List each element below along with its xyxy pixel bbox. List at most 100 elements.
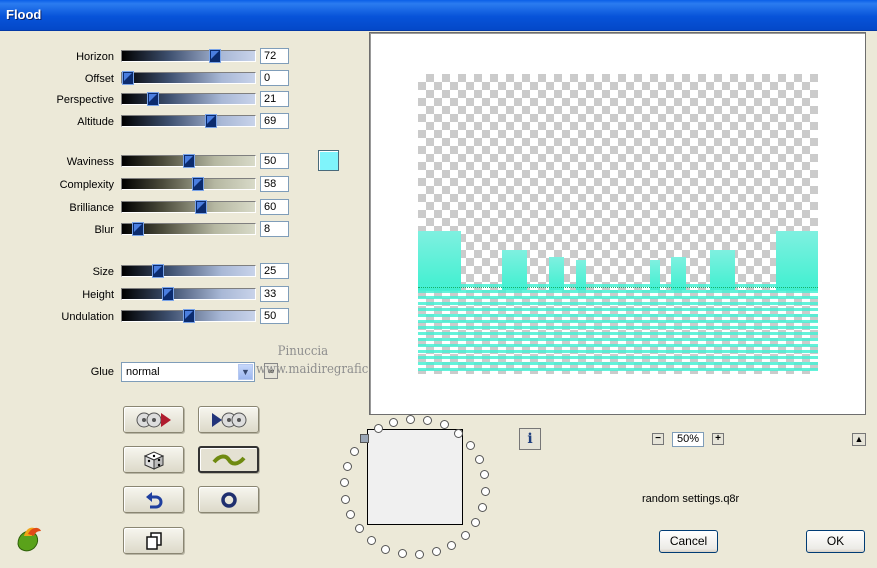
preset-dot[interactable] bbox=[341, 495, 350, 504]
forward-preset-button[interactable] bbox=[198, 406, 259, 433]
slider-label-horizon: Horizon bbox=[76, 51, 114, 63]
preset-dot[interactable] bbox=[454, 429, 463, 438]
preset-dot[interactable] bbox=[340, 478, 349, 487]
copy-button[interactable] bbox=[123, 527, 184, 554]
value-field-altitude[interactable]: 69 bbox=[260, 113, 289, 129]
collapse-button[interactable]: ▲ bbox=[852, 433, 866, 446]
value-field-brilliance[interactable]: 60 bbox=[260, 199, 289, 215]
animate-button[interactable] bbox=[198, 446, 259, 473]
cancel-button[interactable]: Cancel bbox=[659, 530, 718, 553]
slider-label-offset: Offset bbox=[84, 73, 114, 85]
preset-dot[interactable] bbox=[350, 447, 359, 456]
preset-dot[interactable] bbox=[447, 541, 456, 550]
preview-pane[interactable] bbox=[369, 32, 866, 415]
preset-dot[interactable] bbox=[406, 415, 415, 424]
slider-label-waviness: Waviness bbox=[66, 156, 114, 168]
slider-thumb[interactable] bbox=[209, 49, 221, 63]
slider-thumb[interactable] bbox=[205, 114, 217, 128]
preset-dot[interactable] bbox=[475, 455, 484, 464]
randomize-button[interactable] bbox=[123, 446, 184, 473]
slider-label-altitude: Altitude bbox=[77, 116, 114, 128]
preset-dot[interactable] bbox=[360, 434, 369, 443]
slider-size[interactable] bbox=[121, 264, 256, 278]
value-field-perspective[interactable]: 21 bbox=[260, 91, 289, 107]
preset-dot[interactable] bbox=[355, 524, 364, 533]
preset-dot[interactable] bbox=[389, 418, 398, 427]
rewind-preset-button[interactable] bbox=[123, 406, 184, 433]
preset-dot[interactable] bbox=[398, 549, 407, 558]
value-field-height[interactable]: 33 bbox=[260, 286, 289, 302]
preset-dot[interactable] bbox=[367, 536, 376, 545]
value-field-undulation[interactable]: 50 bbox=[260, 308, 289, 324]
chevron-down-icon: ▼ bbox=[238, 364, 253, 380]
slider-thumb[interactable] bbox=[183, 309, 195, 323]
slider-thumb[interactable] bbox=[132, 222, 144, 236]
slider-thumb[interactable] bbox=[183, 154, 195, 168]
slider-height[interactable] bbox=[121, 287, 256, 301]
glue-select-value: normal bbox=[126, 366, 160, 378]
slider-horizon[interactable] bbox=[121, 49, 256, 63]
dice-icon bbox=[143, 450, 164, 470]
preset-dot[interactable] bbox=[461, 531, 470, 540]
preset-dot[interactable] bbox=[481, 487, 490, 496]
preset-thumbnail[interactable] bbox=[367, 429, 463, 525]
undo-icon bbox=[145, 491, 162, 508]
pillar-shape bbox=[418, 231, 461, 291]
zoom-out-button[interactable]: − bbox=[652, 433, 664, 445]
preset-dot[interactable] bbox=[346, 510, 355, 519]
slider-complexity[interactable] bbox=[121, 177, 256, 191]
water-reflection bbox=[418, 284, 818, 374]
preview-image bbox=[418, 74, 818, 374]
value-field-offset[interactable]: 0 bbox=[260, 70, 289, 86]
value-field-horizon[interactable]: 72 bbox=[260, 48, 289, 64]
slider-altitude[interactable] bbox=[121, 114, 256, 128]
slider-label-undulation: Undulation bbox=[61, 311, 114, 323]
slider-label-complexity: Complexity bbox=[59, 179, 114, 191]
reset-icon bbox=[220, 491, 237, 508]
slider-label-height: Height bbox=[82, 289, 114, 301]
slider-thumb[interactable] bbox=[195, 200, 207, 214]
value-field-size[interactable]: 25 bbox=[260, 263, 289, 279]
preset-dot[interactable] bbox=[374, 424, 383, 433]
info-button[interactable]: i bbox=[519, 428, 541, 450]
preset-dot[interactable] bbox=[415, 550, 424, 559]
preset-dot[interactable] bbox=[440, 420, 449, 429]
slider-label-size: Size bbox=[92, 266, 114, 278]
zoom-in-button[interactable]: + bbox=[712, 433, 724, 445]
copy-icon bbox=[145, 531, 162, 550]
preset-dot[interactable] bbox=[478, 503, 487, 512]
preset-dot[interactable] bbox=[471, 518, 480, 527]
slider-waviness[interactable] bbox=[121, 154, 256, 168]
slider-label-brilliance: Brilliance bbox=[69, 202, 114, 214]
slider-blur[interactable] bbox=[121, 222, 256, 236]
rewind-icon bbox=[136, 412, 171, 427]
preset-dot[interactable] bbox=[343, 462, 352, 471]
slider-undulation[interactable] bbox=[121, 309, 256, 323]
value-field-waviness[interactable]: 50 bbox=[260, 153, 289, 169]
title-bar[interactable]: Flood bbox=[0, 0, 877, 31]
forward-icon bbox=[211, 412, 246, 427]
slider-thumb[interactable] bbox=[122, 71, 134, 85]
slider-thumb[interactable] bbox=[152, 264, 164, 278]
undo-button[interactable] bbox=[123, 486, 184, 513]
preset-dot[interactable] bbox=[466, 441, 475, 450]
slider-thumb[interactable] bbox=[147, 92, 159, 106]
preset-dot[interactable] bbox=[480, 470, 489, 479]
slider-brilliance[interactable] bbox=[121, 200, 256, 214]
slider-perspective[interactable] bbox=[121, 92, 256, 106]
slider-thumb[interactable] bbox=[162, 287, 174, 301]
value-field-complexity[interactable]: 58 bbox=[260, 176, 289, 192]
value-field-blur[interactable]: 8 bbox=[260, 221, 289, 237]
horizon-line bbox=[418, 287, 818, 288]
slider-thumb[interactable] bbox=[192, 177, 204, 191]
reset-button[interactable] bbox=[198, 486, 259, 513]
ok-button[interactable]: OK bbox=[806, 530, 865, 553]
wave-icon bbox=[211, 454, 246, 465]
preset-dot[interactable] bbox=[381, 545, 390, 554]
glue-select[interactable]: normal ▼ bbox=[121, 362, 255, 382]
color-swatch[interactable] bbox=[318, 150, 339, 171]
slider-label-perspective: Perspective bbox=[56, 94, 114, 106]
preset-dot[interactable] bbox=[432, 547, 441, 556]
slider-offset[interactable] bbox=[121, 71, 256, 85]
preset-dot[interactable] bbox=[423, 416, 432, 425]
